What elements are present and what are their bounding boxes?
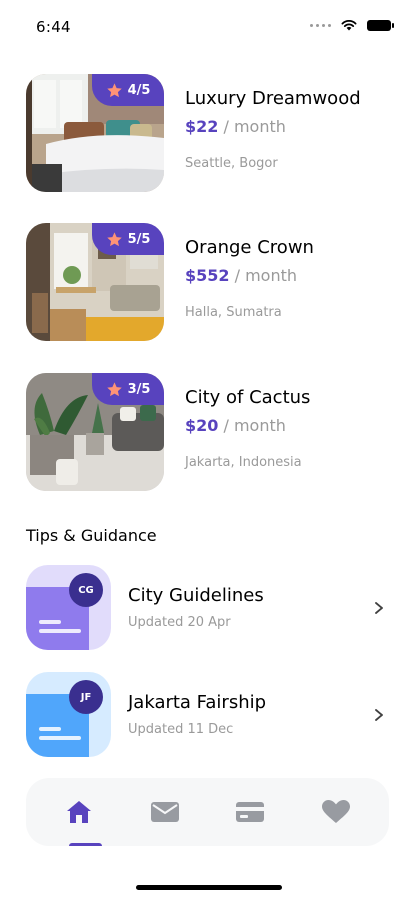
space-card[interactable]: 4/5 Luxury Dreamwood $22 / month Seattle… <box>26 74 396 192</box>
tip-info: Jakarta Fairship Updated 11 Dec <box>128 692 372 737</box>
tip-title: City Guidelines <box>128 585 264 606</box>
space-card[interactable]: 3/5 City of Cactus $20 / month Jakarta, … <box>26 373 396 491</box>
rating-value: 5/5 <box>127 231 151 247</box>
section-title: Tips & Guidance <box>26 526 157 545</box>
space-name: Orange Crown <box>185 237 314 258</box>
bottom-nav <box>26 778 389 846</box>
tip-initials: JF <box>69 680 103 714</box>
tip-line <box>39 727 61 731</box>
tip-line <box>39 736 81 740</box>
rating-value: 3/5 <box>127 381 151 397</box>
space-location: Halla, Sumatra <box>185 305 282 320</box>
space-price: $552 / month <box>185 266 314 285</box>
price-value: $22 <box>185 117 219 136</box>
space-location: Seattle, Bogor <box>185 156 278 171</box>
fairship-icon: JF <box>26 672 111 757</box>
tip-item[interactable]: JF Jakarta Fairship Updated 11 Dec <box>26 672 386 757</box>
tip-item[interactable]: CG City Guidelines Updated 20 Apr <box>26 565 386 650</box>
price-unit: / month <box>218 117 286 136</box>
mail-icon <box>150 802 179 822</box>
rating-value: 4/5 <box>127 82 151 98</box>
nav-mail[interactable] <box>141 778 189 846</box>
home-indicator[interactable] <box>136 885 282 890</box>
status-icons <box>310 19 394 31</box>
space-card[interactable]: 5/5 Orange Crown $552 / month Halla, Sum… <box>26 223 396 341</box>
rating-badge: 5/5 <box>92 223 164 255</box>
status-time: 6:44 <box>36 18 71 36</box>
wifi-icon <box>341 20 357 31</box>
star-icon <box>106 231 122 246</box>
tip-initials: CG <box>69 573 103 607</box>
nav-favorites[interactable] <box>312 778 360 846</box>
space-image: 4/5 <box>26 74 164 192</box>
active-indicator <box>68 843 102 846</box>
home-icon <box>66 801 91 823</box>
signal-icon <box>310 23 331 27</box>
star-icon <box>106 381 122 396</box>
battery-icon <box>367 19 394 31</box>
price-unit: / month <box>229 266 298 285</box>
rating-badge: 4/5 <box>92 74 164 106</box>
nav-home[interactable] <box>55 778 103 846</box>
chevron-right-icon <box>375 601 383 614</box>
space-info: City of Cactus $20 / month Jakarta, Indo… <box>185 373 310 491</box>
rating-badge: 3/5 <box>92 373 164 405</box>
guidelines-icon: CG <box>26 565 111 650</box>
tip-date: Updated 11 Dec <box>128 722 234 737</box>
price-value: $20 <box>185 416 219 435</box>
space-name: City of Cactus <box>185 387 311 408</box>
heart-icon <box>322 800 351 823</box>
chevron-right-icon <box>375 708 383 721</box>
price-unit: / month <box>218 416 286 435</box>
space-location: Jakarta, Indonesia <box>185 455 302 470</box>
card-icon <box>236 802 265 822</box>
tip-line <box>39 620 61 624</box>
space-info: Orange Crown $552 / month Halla, Sumatra <box>185 223 314 341</box>
space-price: $22 / month <box>185 117 361 136</box>
price-value: $552 <box>185 266 230 285</box>
tip-title: Jakarta Fairship <box>128 692 267 713</box>
tip-info: City Guidelines Updated 20 Apr <box>128 585 372 630</box>
tip-line <box>39 629 81 633</box>
space-name: Luxury Dreamwood <box>185 88 361 109</box>
space-price: $20 / month <box>185 416 310 435</box>
space-image: 3/5 <box>26 373 164 491</box>
tip-date: Updated 20 Apr <box>128 615 231 630</box>
star-icon <box>106 82 122 97</box>
status-bar: 6:44 <box>0 0 415 50</box>
space-image: 5/5 <box>26 223 164 341</box>
space-info: Luxury Dreamwood $22 / month Seattle, Bo… <box>185 74 361 192</box>
nav-card[interactable] <box>226 778 274 846</box>
